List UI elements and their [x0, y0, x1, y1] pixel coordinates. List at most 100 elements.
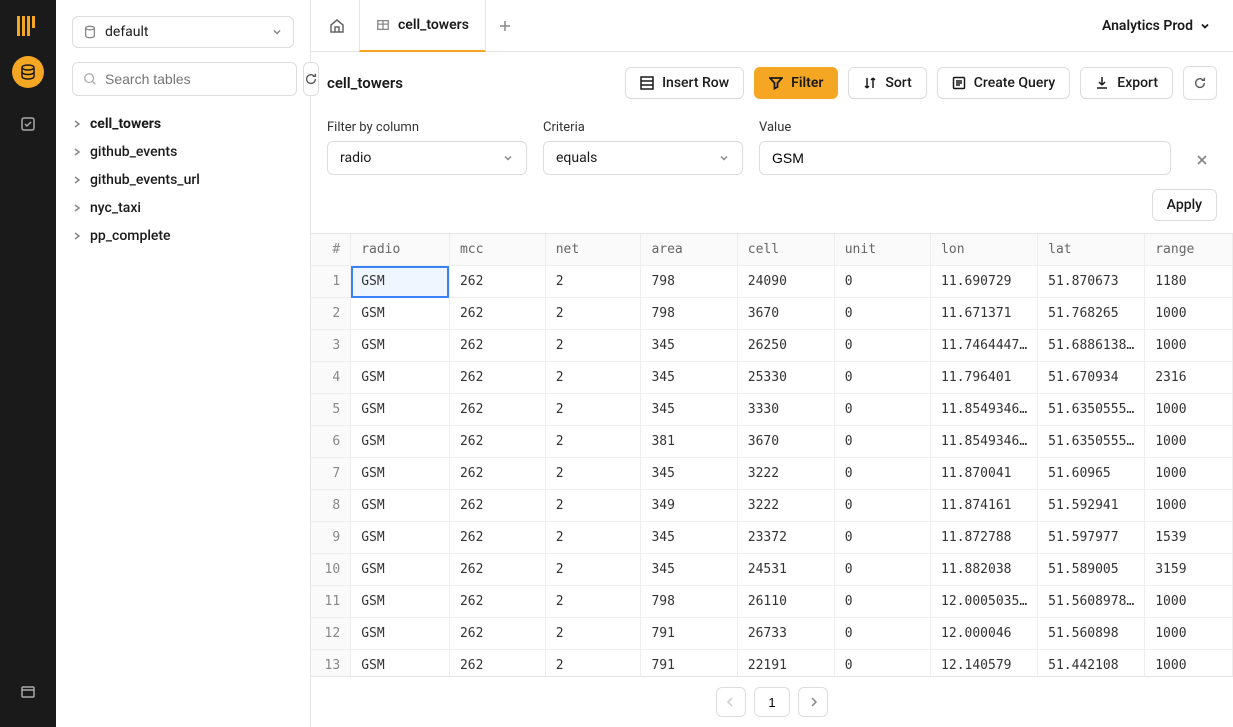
cell[interactable]: 11.874161: [931, 490, 1038, 522]
row-number[interactable]: 2: [311, 298, 351, 330]
cell[interactable]: GSM: [351, 362, 450, 394]
cell[interactable]: 1000: [1145, 330, 1233, 362]
column-header[interactable]: lat: [1038, 234, 1145, 266]
cell[interactable]: 345: [641, 330, 737, 362]
cell[interactable]: 2: [545, 490, 641, 522]
cell[interactable]: 51.442108: [1038, 650, 1145, 677]
cell[interactable]: 1000: [1145, 650, 1233, 677]
column-header[interactable]: range: [1145, 234, 1233, 266]
cell[interactable]: 0: [834, 586, 930, 618]
cell[interactable]: 2: [545, 650, 641, 677]
cell[interactable]: 11.8549346…: [931, 394, 1038, 426]
table-tree-item[interactable]: cell_towers: [64, 110, 302, 138]
row-number[interactable]: 7: [311, 458, 351, 490]
table-tree-item[interactable]: nyc_taxi: [64, 194, 302, 222]
row-number[interactable]: 9: [311, 522, 351, 554]
cell[interactable]: 1000: [1145, 490, 1233, 522]
cell[interactable]: 0: [834, 458, 930, 490]
cell[interactable]: 51.6350555…: [1038, 426, 1145, 458]
cell[interactable]: 262: [449, 362, 545, 394]
cell[interactable]: GSM: [351, 586, 450, 618]
cell[interactable]: 11.690729: [931, 266, 1038, 298]
cell[interactable]: 51.592941: [1038, 490, 1145, 522]
cell[interactable]: 11.796401: [931, 362, 1038, 394]
cell[interactable]: 0: [834, 650, 930, 677]
table-tree-item[interactable]: github_events: [64, 138, 302, 166]
column-header[interactable]: unit: [834, 234, 930, 266]
cell[interactable]: 2: [545, 330, 641, 362]
cell[interactable]: 1000: [1145, 618, 1233, 650]
next-page-button[interactable]: [798, 687, 828, 717]
row-number[interactable]: 8: [311, 490, 351, 522]
row-number[interactable]: 12: [311, 618, 351, 650]
table-tree-item[interactable]: pp_complete: [64, 222, 302, 250]
apply-filter-button[interactable]: Apply: [1152, 189, 1217, 221]
cell[interactable]: 791: [641, 618, 737, 650]
cell[interactable]: 1000: [1145, 426, 1233, 458]
cell[interactable]: 1000: [1145, 394, 1233, 426]
row-number[interactable]: 3: [311, 330, 351, 362]
cell[interactable]: 3159: [1145, 554, 1233, 586]
cell[interactable]: 262: [449, 490, 545, 522]
cell[interactable]: 791: [641, 650, 737, 677]
cell[interactable]: 51.6350555…: [1038, 394, 1145, 426]
cell[interactable]: 345: [641, 458, 737, 490]
cell[interactable]: 262: [449, 458, 545, 490]
cell[interactable]: GSM: [351, 298, 450, 330]
cell[interactable]: GSM: [351, 650, 450, 677]
cell[interactable]: 2: [545, 426, 641, 458]
column-header[interactable]: cell: [737, 234, 834, 266]
export-button[interactable]: Export: [1080, 67, 1173, 99]
cell[interactable]: 11.8549346…: [931, 426, 1038, 458]
column-header[interactable]: lon: [931, 234, 1038, 266]
environment-switcher[interactable]: Analytics Prod: [1092, 12, 1221, 40]
cell[interactable]: GSM: [351, 330, 450, 362]
cell[interactable]: 262: [449, 522, 545, 554]
row-number[interactable]: 1: [311, 266, 351, 298]
filter-button[interactable]: Filter: [754, 67, 838, 99]
cell[interactable]: 798: [641, 266, 737, 298]
cell[interactable]: 262: [449, 394, 545, 426]
cell[interactable]: 2: [545, 522, 641, 554]
cell[interactable]: 24531: [737, 554, 834, 586]
refresh-data-button[interactable]: [1183, 66, 1217, 100]
cell[interactable]: 51.597977: [1038, 522, 1145, 554]
cell[interactable]: 24090: [737, 266, 834, 298]
row-number[interactable]: 13: [311, 650, 351, 677]
insert-row-button[interactable]: Insert Row: [625, 67, 744, 99]
filter-value-input[interactable]: [759, 141, 1171, 175]
cell[interactable]: GSM: [351, 458, 450, 490]
cell[interactable]: GSM: [351, 426, 450, 458]
cell[interactable]: 349: [641, 490, 737, 522]
row-number[interactable]: 5: [311, 394, 351, 426]
table-tree-item[interactable]: github_events_url: [64, 166, 302, 194]
schema-selector[interactable]: default: [72, 16, 294, 48]
cell[interactable]: 1180: [1145, 266, 1233, 298]
cell[interactable]: 11.882038: [931, 554, 1038, 586]
cell[interactable]: 1000: [1145, 586, 1233, 618]
rail-tables-button[interactable]: [12, 56, 44, 88]
cell[interactable]: 0: [834, 618, 930, 650]
row-number[interactable]: 6: [311, 426, 351, 458]
cell[interactable]: 51.589005: [1038, 554, 1145, 586]
filter-remove-button[interactable]: [1187, 145, 1217, 175]
cell[interactable]: 51.870673: [1038, 266, 1145, 298]
cell[interactable]: 3670: [737, 426, 834, 458]
cell[interactable]: 3670: [737, 298, 834, 330]
row-number[interactable]: 4: [311, 362, 351, 394]
cell[interactable]: 2: [545, 586, 641, 618]
cell[interactable]: GSM: [351, 554, 450, 586]
cell[interactable]: 262: [449, 426, 545, 458]
cell[interactable]: 22191: [737, 650, 834, 677]
cell[interactable]: 26110: [737, 586, 834, 618]
cell[interactable]: 2316: [1145, 362, 1233, 394]
cell[interactable]: 11.872788: [931, 522, 1038, 554]
tab-cell-towers[interactable]: cell_towers: [359, 0, 486, 52]
cell[interactable]: 2: [545, 362, 641, 394]
cell[interactable]: 12.140579: [931, 650, 1038, 677]
row-number[interactable]: 10: [311, 554, 351, 586]
cell[interactable]: 798: [641, 298, 737, 330]
cell[interactable]: 1539: [1145, 522, 1233, 554]
sort-button[interactable]: Sort: [848, 67, 926, 99]
cell[interactable]: 262: [449, 650, 545, 677]
